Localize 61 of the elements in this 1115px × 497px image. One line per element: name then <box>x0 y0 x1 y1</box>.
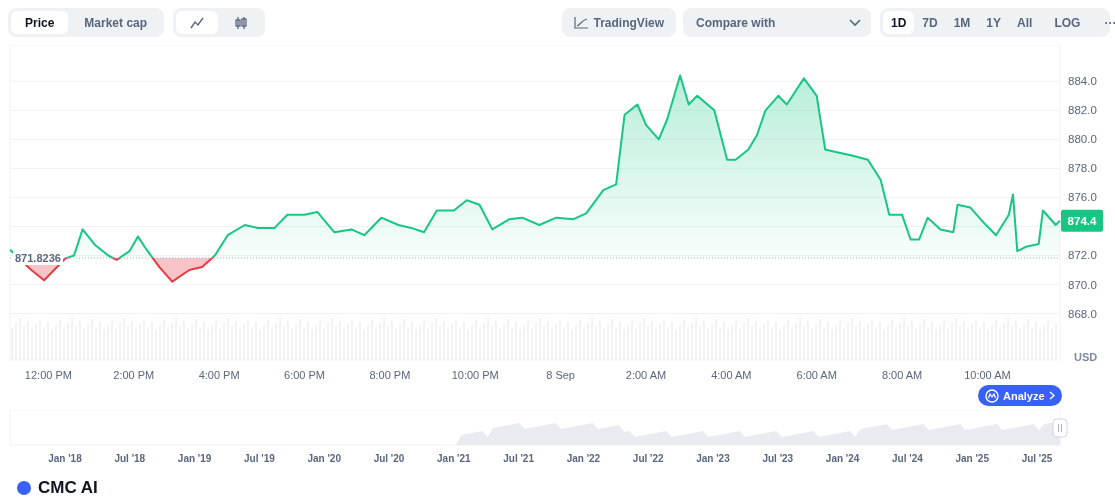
x-axis-label: 2:00 AM <box>625 369 667 381</box>
x-axis-label: 6:00 PM <box>284 369 325 381</box>
log-scale-button[interactable]: LOG <box>1046 11 1089 34</box>
candlestick-icon <box>234 15 249 30</box>
timeline-label: Jan '21 <box>437 453 471 464</box>
timeline-label: Jul '23 <box>762 453 794 464</box>
current-price-badge: 874.4 <box>1061 209 1103 232</box>
analyze-button[interactable]: Analyze <box>978 385 1062 406</box>
x-axis-label: 6:00 AM <box>796 369 837 381</box>
logo-icon <box>985 388 999 403</box>
timeline-label: Jul '22 <box>632 453 664 464</box>
line-chart-icon <box>573 16 588 29</box>
timeline-label: Jul '18 <box>114 453 146 464</box>
range-tab[interactable]: 1D <box>883 11 915 34</box>
x-axis-label: 8:00 AM <box>881 369 923 381</box>
y-axis-label: 882.0 <box>1068 104 1097 117</box>
timeline-label: Jan '23 <box>696 453 730 464</box>
ai-icon <box>16 480 32 496</box>
x-axis-label: 4:00 PM <box>198 369 240 381</box>
more-button[interactable]: ··· <box>1094 11 1115 34</box>
y-axis-label: 884.0 <box>1068 75 1097 88</box>
x-axis-label: 4:00 AM <box>711 369 752 381</box>
timeline-label: Jul '21 <box>503 453 534 464</box>
timeline-label: Jul '20 <box>373 453 405 464</box>
timeline-label: Jul '24 <box>892 453 923 464</box>
x-axis-label: 12:00 PM <box>24 369 72 381</box>
range-tab[interactable]: 1M <box>945 11 979 34</box>
y-axis-label: 878.0 <box>1068 162 1097 175</box>
timeline-label: Jul '19 <box>244 453 275 464</box>
section-title: CMC AI <box>38 479 98 497</box>
x-axis-label: 8:00 PM <box>369 369 411 381</box>
baseline-value: 871.8236 <box>13 251 63 266</box>
x-axis-label: 10:00 AM <box>964 369 1011 381</box>
range-handle[interactable] <box>1052 418 1068 438</box>
timeline-label: Jul '25 <box>1021 453 1053 464</box>
y-axis-label: 868.0 <box>1068 307 1097 320</box>
timeline-label: Jan '24 <box>825 453 860 464</box>
x-axis-label: 2:00 PM <box>113 369 155 381</box>
y-axis-label: 876.0 <box>1068 191 1097 204</box>
timeline-label: Jan '19 <box>177 453 212 464</box>
chart-tab[interactable]: Market cap <box>70 11 162 34</box>
chevron-right-icon <box>1048 391 1055 400</box>
compare-dropdown[interactable]: Compare with <box>683 8 871 37</box>
range-tab[interactable]: 1Y <box>978 11 1010 34</box>
timeline-label: Jan '22 <box>566 453 601 464</box>
tradingview-button[interactable]: TradingView <box>561 8 676 37</box>
y-axis-label: 870.0 <box>1068 278 1097 291</box>
y-axis-label: 872.0 <box>1068 249 1097 262</box>
range-tab[interactable]: 7D <box>914 11 946 34</box>
y-axis-label: 880.0 <box>1068 133 1097 146</box>
chevron-down-icon <box>849 18 861 27</box>
x-axis-label: 8 Sep <box>546 369 575 381</box>
timeline-label: Jan '25 <box>955 453 989 464</box>
timeline-label: Jan '20 <box>307 453 341 464</box>
range-tab[interactable]: All <box>1009 11 1041 34</box>
line-chart-icon <box>190 15 205 30</box>
timeline-label: Jan '18 <box>48 453 82 464</box>
chart-tab[interactable]: Price <box>11 11 69 34</box>
x-axis-label: 10:00 PM <box>451 369 499 381</box>
currency-label: USD <box>1074 351 1098 363</box>
line-chart-button[interactable] <box>176 11 219 34</box>
